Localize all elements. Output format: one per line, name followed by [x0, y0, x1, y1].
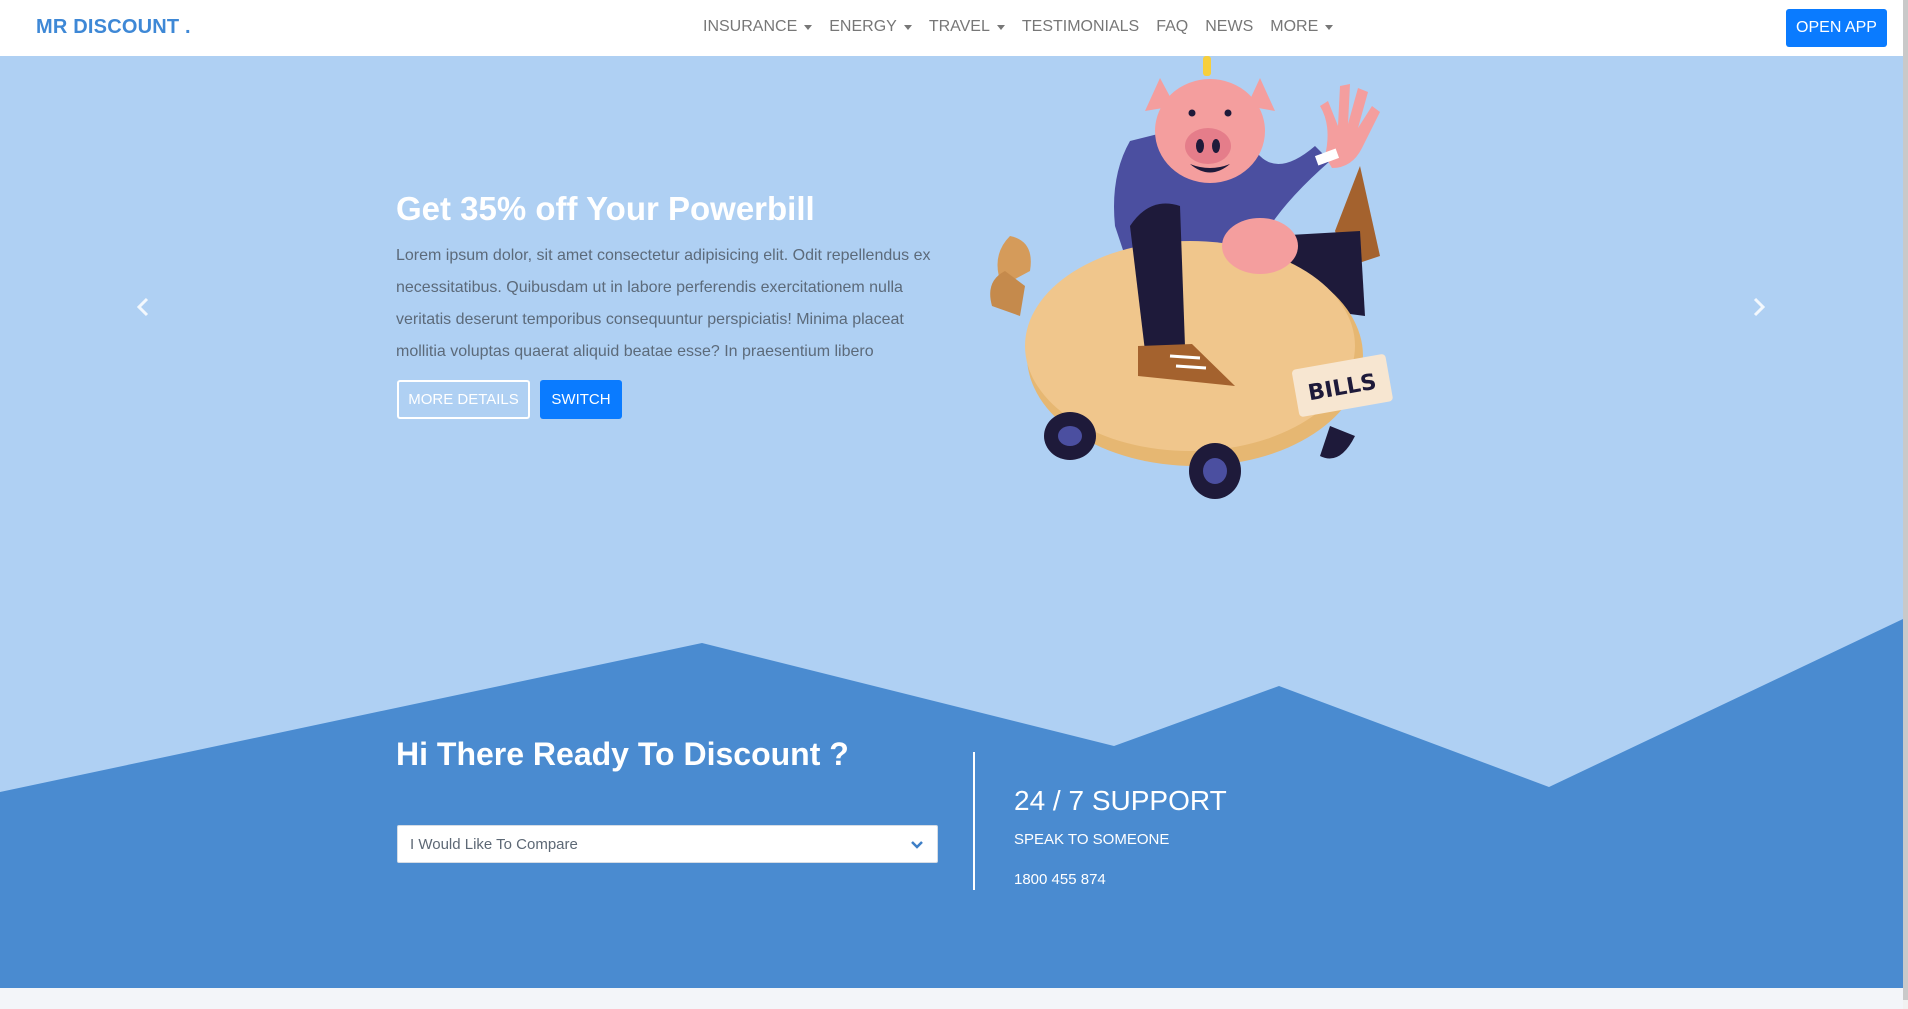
chevron-down-icon: [911, 841, 923, 849]
hero-section: Get 35% off Your Powerbill Lorem ipsum d…: [0, 56, 1903, 988]
more-details-button[interactable]: MORE DETAILS: [397, 380, 530, 419]
caret-down-icon: [1325, 24, 1334, 30]
hero-description: Lorem ipsum dolor, sit amet consectetur …: [396, 247, 931, 360]
nav-item-more[interactable]: MORE: [1270, 18, 1334, 36]
hero-title: Get 35% off Your Powerbill: [396, 190, 815, 227]
mountain-background: [0, 619, 1903, 988]
scrollbar-thumb[interactable]: [1903, 0, 1908, 1000]
open-app-button[interactable]: OPEN APP: [1786, 9, 1887, 47]
top-navbar: MR DISCOUNT . INSURANCE ENERGY TRAVEL TE…: [0, 0, 1903, 56]
nav-item-label: FAQ: [1156, 18, 1189, 35]
nav-item-label: TESTIMONIALS: [1021, 18, 1140, 35]
scrollbar[interactable]: [1903, 0, 1908, 1009]
nav-item-news[interactable]: NEWS: [1205, 18, 1253, 36]
section-divider: [973, 752, 975, 890]
carousel-prev-button[interactable]: [128, 292, 158, 322]
caret-down-icon: [903, 24, 912, 30]
compare-select[interactable]: I Would Like To Compare: [397, 825, 938, 863]
nav-item-label: TRAVEL: [928, 18, 990, 35]
nav-item-label: INSURANCE: [703, 18, 798, 35]
nav-item-label: NEWS: [1205, 18, 1254, 35]
nav-item-energy[interactable]: ENERGY: [829, 18, 912, 36]
support-title: 24 / 7 SUPPORT: [1014, 785, 1227, 816]
nav-item-testimonials[interactable]: TESTIMONIALS: [1022, 18, 1139, 36]
chevron-left-icon: [136, 297, 149, 317]
nav-item-insurance[interactable]: INSURANCE: [703, 18, 813, 36]
caret-down-icon: [804, 24, 813, 30]
compare-select-value: I Would Like To Compare: [410, 835, 578, 853]
nav-item-faq[interactable]: FAQ: [1156, 18, 1188, 36]
support-subtitle: SPEAK TO SOMEONE: [1014, 831, 1170, 848]
cta-title: Hi There Ready To Discount ?: [396, 736, 849, 772]
nav-item-label: ENERGY: [829, 18, 897, 35]
nav-item-label: MORE: [1270, 18, 1319, 35]
switch-button[interactable]: SWITCH: [540, 380, 622, 419]
chevron-right-icon: [1753, 297, 1766, 317]
nav-item-travel[interactable]: TRAVEL: [929, 18, 1005, 36]
caret-down-icon: [996, 24, 1005, 30]
brand-logo[interactable]: MR DISCOUNT .: [36, 16, 191, 39]
piggy-bank-illustration: BILLS: [990, 56, 1393, 499]
nav-links: INSURANCE ENERGY TRAVEL TESTIMONIALS FAQ…: [703, 18, 1334, 36]
carousel-next-button[interactable]: [1744, 292, 1774, 322]
support-phone[interactable]: 1800 455 874: [1014, 871, 1106, 888]
